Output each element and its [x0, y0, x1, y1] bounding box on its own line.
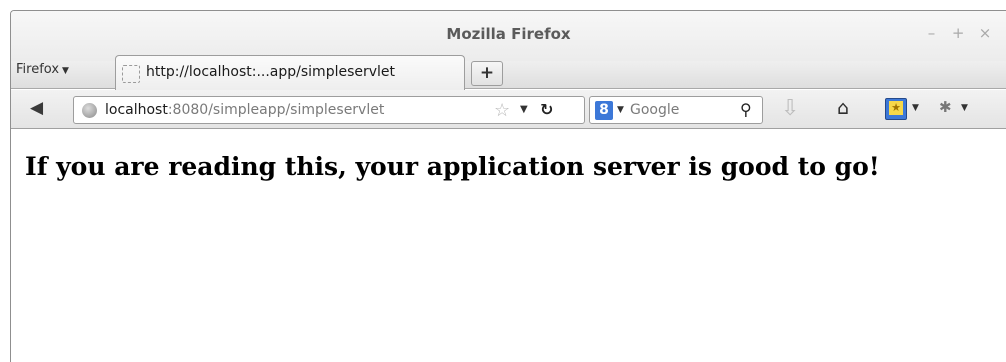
tab-simpleservlet[interactable]: http://localhost:...app/simpleservlet: [115, 55, 465, 90]
magnifier-icon[interactable]: ⚲: [740, 100, 752, 119]
globe-icon: [82, 103, 97, 118]
firefox-menu-label: Firefox: [16, 62, 60, 77]
url-bar[interactable]: localhost:8080/simpleapp/simpleservlet ☆…: [73, 96, 585, 124]
maximize-button[interactable]: +: [947, 24, 969, 42]
back-arrow-icon[interactable]: ◀: [30, 98, 43, 118]
chevron-down-icon: ▼: [62, 66, 69, 76]
close-button[interactable]: ×: [974, 24, 996, 42]
search-engine-dropdown-icon[interactable]: ▼: [617, 105, 624, 115]
window-title: Mozilla Firefox: [446, 25, 571, 43]
new-tab-button[interactable]: +: [471, 61, 503, 86]
navigation-toolbar: ◀ localhost:8080/simpleapp/simpleservlet…: [11, 90, 1006, 129]
url-path: :8080/simpleapp/simpleservlet: [167, 102, 385, 118]
search-engine-icon[interactable]: 8: [595, 101, 613, 120]
bookmark-star-icon[interactable]: ☆: [494, 100, 510, 121]
url-text[interactable]: localhost:8080/simpleapp/simpleservlet: [105, 102, 384, 118]
page-favicon-icon: [122, 65, 140, 83]
title-bar: Mozilla Firefox – + ×: [11, 11, 1006, 61]
page-content: If you are reading this, your applicatio…: [11, 130, 1006, 362]
download-icon[interactable]: ⇩: [781, 96, 799, 121]
page-heading: If you are reading this, your applicatio…: [25, 152, 880, 181]
addon-icon[interactable]: ✱: [939, 98, 952, 116]
search-bar: 8 ▼ ⚲: [589, 96, 763, 124]
tab-label: http://localhost:...app/simpleservlet: [146, 64, 396, 80]
window-controls: – + ×: [920, 24, 996, 42]
browser-window: Mozilla Firefox – + × http://localhost:.…: [10, 10, 1006, 362]
url-history-dropdown-icon[interactable]: ▼: [520, 104, 528, 115]
tab-strip: http://localhost:...app/simpleservlet +: [11, 55, 1006, 90]
minimize-button[interactable]: –: [920, 24, 942, 42]
bookmarks-dropdown-icon[interactable]: ▼: [912, 103, 919, 113]
addon-dropdown-icon[interactable]: ▼: [961, 103, 968, 113]
url-host: localhost: [105, 102, 168, 118]
reload-icon[interactable]: ↻: [540, 100, 553, 119]
firefox-menu-button[interactable]: Firefox ▼: [16, 56, 69, 84]
search-input[interactable]: [630, 100, 730, 120]
home-icon[interactable]: ⌂: [837, 97, 849, 119]
bookmarks-menu-icon[interactable]: [885, 98, 907, 120]
